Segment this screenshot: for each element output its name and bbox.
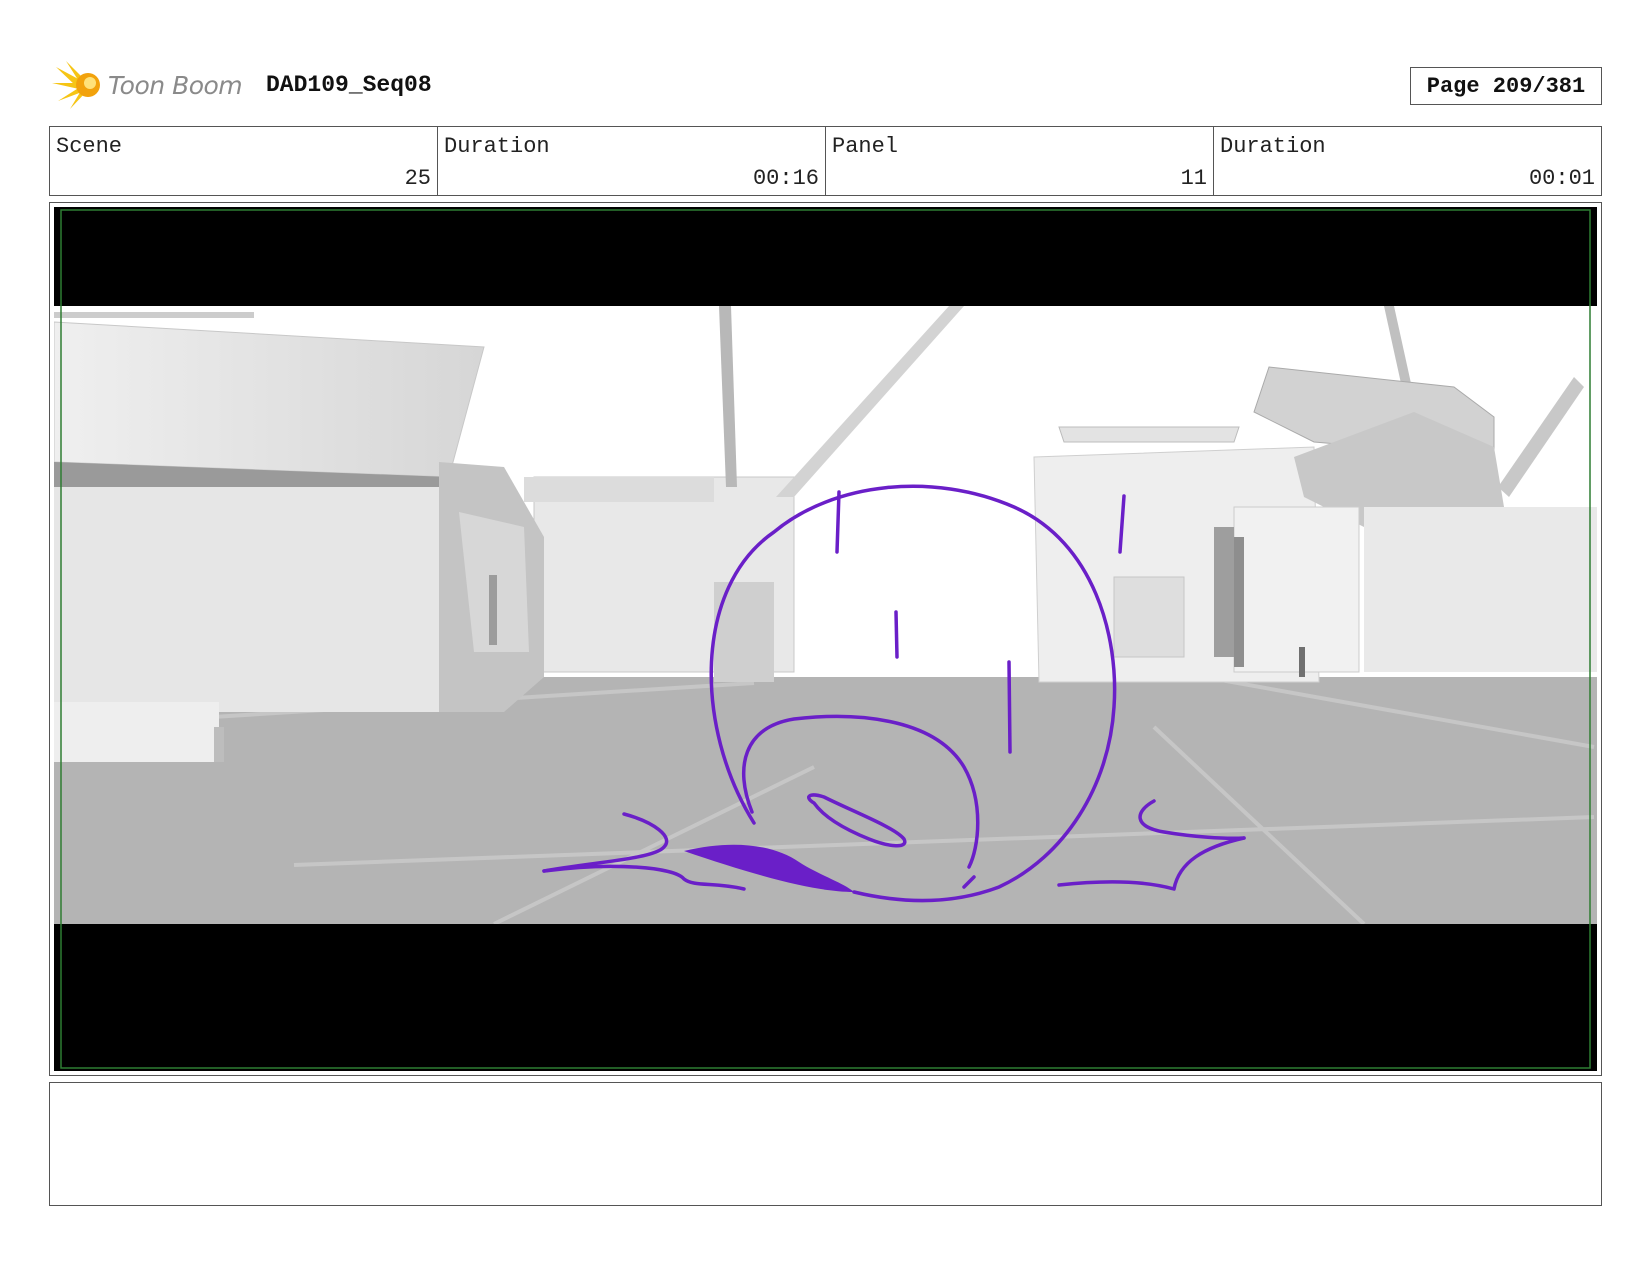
panel-cell: Panel 11 bbox=[826, 127, 1214, 195]
letterbox-bottom bbox=[54, 924, 1597, 1071]
toon-boom-logo: Toon Boom bbox=[52, 58, 243, 112]
panel-value: 11 bbox=[1180, 166, 1207, 191]
page-number: Page 209/381 bbox=[1410, 67, 1602, 105]
scene-duration-cell: Duration 00:16 bbox=[438, 127, 826, 195]
scene-value: 25 bbox=[404, 166, 431, 191]
scene-duration-label: Duration bbox=[444, 134, 550, 159]
info-table: Scene 25 Duration 00:16 Panel 11 Duratio… bbox=[49, 126, 1602, 196]
letterbox-top bbox=[54, 207, 1597, 306]
panel-frame bbox=[49, 202, 1602, 1076]
notes-box bbox=[49, 1082, 1602, 1206]
scene-duration-value: 00:16 bbox=[752, 166, 819, 191]
logo-text: Toon Boom bbox=[108, 70, 243, 100]
scene-label: Scene bbox=[56, 134, 123, 159]
project-title: DAD109_Seq08 bbox=[266, 72, 432, 98]
starburst-icon bbox=[52, 61, 100, 109]
storyboard-panel-image bbox=[54, 207, 1597, 1071]
panel-duration-cell: Duration 00:01 bbox=[1214, 127, 1601, 195]
panel-duration-value: 00:01 bbox=[1528, 166, 1595, 191]
scene-cell: Scene 25 bbox=[50, 127, 438, 195]
panel-duration-label: Duration bbox=[1220, 134, 1326, 159]
panel-label: Panel bbox=[832, 134, 899, 159]
